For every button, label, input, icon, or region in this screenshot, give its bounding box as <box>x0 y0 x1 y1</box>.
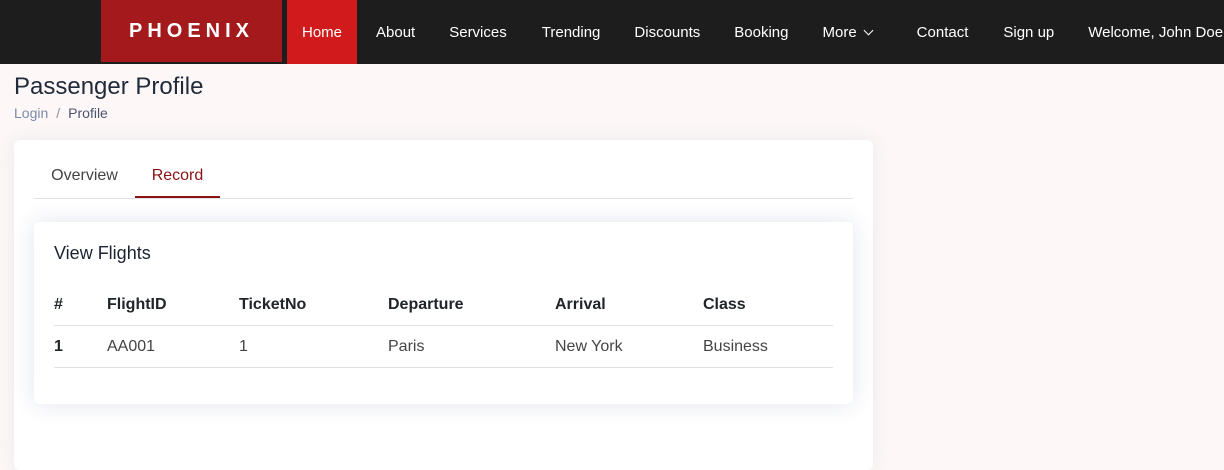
section-title: View Flights <box>54 243 151 263</box>
cell-arrival: New York <box>555 325 703 368</box>
nav-item-label: Home <box>302 23 343 41</box>
nav-item-booking[interactable]: Booking <box>717 0 805 64</box>
table-header-row: # FlightID TicketNo Departure Arrival Cl… <box>54 284 833 326</box>
view-flights-card: View Flights # FlightID TicketNo Departu… <box>34 222 853 404</box>
cell-number: 1 <box>54 325 107 368</box>
breadcrumb-separator: / <box>56 105 61 121</box>
cell-flightid: AA001 <box>107 325 239 368</box>
nav-item-label: More <box>822 23 857 41</box>
cell-departure: Paris <box>388 325 555 368</box>
nav-item-services[interactable]: Services <box>432 0 524 64</box>
top-navbar: PHOENIX Home About Services Trending Dis… <box>0 0 1224 64</box>
nav-item-label: Trending <box>541 23 601 41</box>
nav-item-user-welcome[interactable]: Welcome, John Doe <box>1071 0 1223 64</box>
nav-item-contact[interactable]: Contact <box>889 0 986 64</box>
column-header-class: Class <box>703 284 833 326</box>
column-header-flightid: FlightID <box>107 284 239 326</box>
nav-item-trending[interactable]: Trending <box>524 0 618 64</box>
nav-item-home[interactable]: Home <box>287 0 358 64</box>
brand-logo[interactable]: PHOENIX <box>101 0 282 62</box>
tab-record[interactable]: Record <box>135 140 220 198</box>
nav-item-label: Discounts <box>634 23 701 41</box>
nav-item-label: Services <box>449 23 507 41</box>
breadcrumb-login-link[interactable]: Login <box>14 105 48 121</box>
nav-item-label: Sign up <box>1003 23 1055 41</box>
nav-item-discounts[interactable]: Discounts <box>617 0 717 64</box>
column-header-arrival: Arrival <box>555 284 703 326</box>
column-header-departure: Departure <box>388 284 555 326</box>
breadcrumb: Login / Profile <box>14 105 108 121</box>
breadcrumb-current: Profile <box>68 105 108 121</box>
column-header-ticketno: TicketNo <box>239 284 388 326</box>
nav-item-label: Welcome, John Doe <box>1088 23 1224 41</box>
nav-item-label: Contact <box>916 23 969 41</box>
table-row: 1 AA001 1 Paris New York Business <box>54 325 833 368</box>
cell-class: Business <box>703 325 833 368</box>
page-title: Passenger Profile <box>14 73 204 100</box>
nav-item-signup[interactable]: Sign up <box>985 0 1071 64</box>
column-header-number: # <box>54 284 107 326</box>
cell-ticketno: 1 <box>239 325 388 368</box>
profile-card: Overview Record View Flights # FlightID … <box>14 140 873 470</box>
flights-table: # FlightID TicketNo Departure Arrival Cl… <box>54 284 833 368</box>
nav-item-more[interactable]: More <box>805 0 888 64</box>
nav-item-about[interactable]: About <box>357 0 432 64</box>
chevron-down-icon <box>863 25 874 35</box>
tab-overview[interactable]: Overview <box>34 140 135 198</box>
profile-tabs: Overview Record <box>34 140 853 199</box>
nav-menu: Home About Services Trending Discounts B… <box>287 0 1223 64</box>
nav-item-label: About <box>376 23 416 41</box>
nav-item-label: Booking <box>734 23 789 41</box>
